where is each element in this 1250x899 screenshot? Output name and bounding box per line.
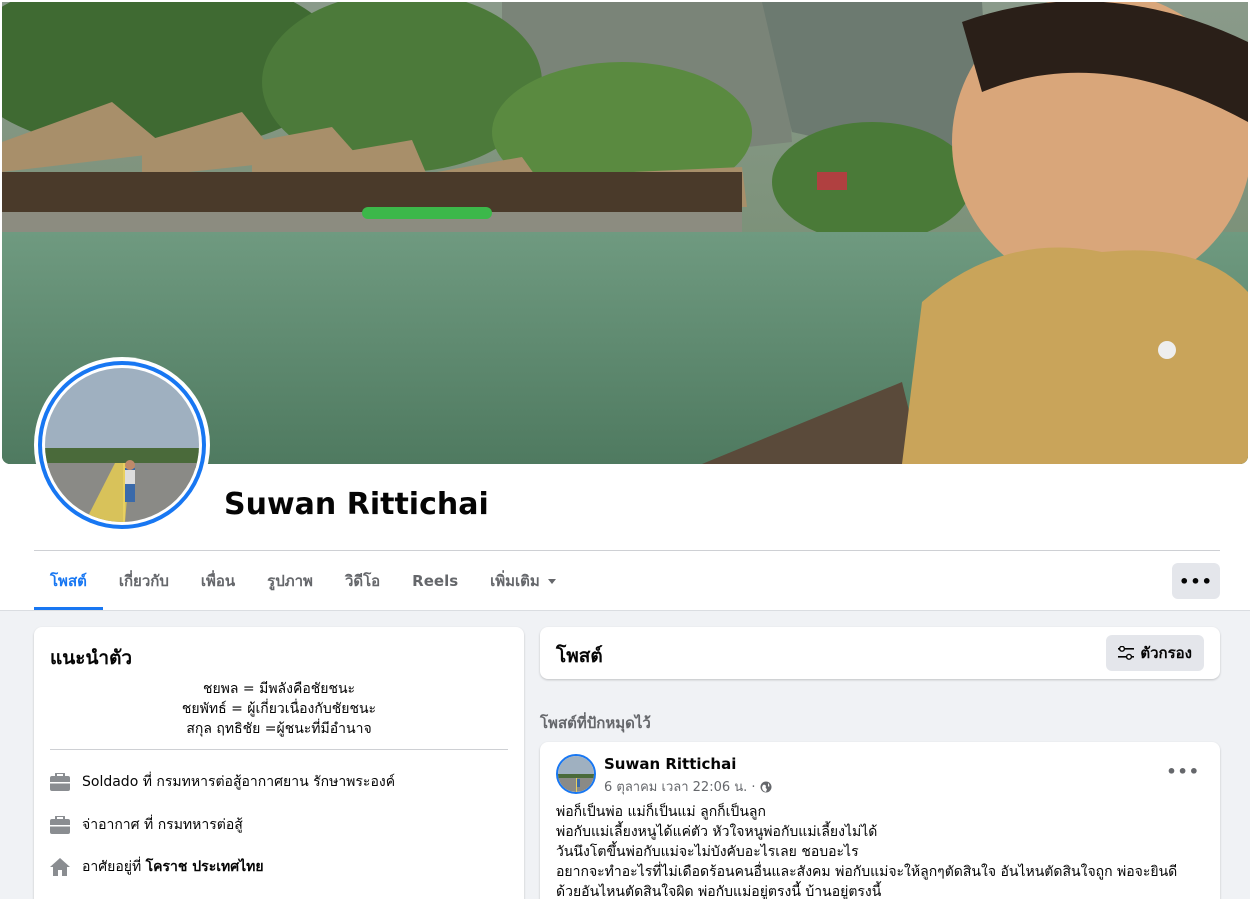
work-item: Soldado ที่ กรมทหารต่อสู้อากาศยาน รักษาพ… [50,770,395,794]
post-line: พ่อกับแม่เลี้ยงหนูได้แค่ตัว หัวใจหนูพ่อก… [556,824,878,840]
posts-title: โพสต์ [556,645,603,667]
posts-header-card: โพสต์ ตัวกรอง [540,627,1220,679]
tab-label: รูปภาพ [267,572,313,590]
post-line: ด้วยอันไหนตัดสินใจผิด พ่อกับแม่อยู่ตรงนี… [556,884,882,899]
divider [34,550,1220,551]
home-item: อาศัยอยู่ที่ โคราช ประเทศไทย [50,855,264,879]
post-text: พ่อก็เป็นพ่อ แม่ก็เป็นแม่ ลูกก็เป็นลูก พ… [556,802,1206,899]
filter-button[interactable]: ตัวกรอง [1106,635,1204,671]
work-prefix: Soldado ที่ [82,774,152,790]
profile-tabs: โพสต์ เกี่ยวกับ เพื่อน รูปภาพ วิดีโอ Ree… [34,552,572,610]
intro-title: แนะนำตัว [50,647,133,669]
post-line: วันนึงโตขึ้นพ่อกับแม่จะไม่บังคับอะไรเลย … [556,844,859,860]
briefcase-icon [50,772,70,792]
work-prefix: จ่าอากาศ ที่ [82,817,154,833]
sliders-icon [1118,646,1135,660]
intro-card: แนะนำตัว ชยพล = มีพลังคือชัยชนะ ชยพัทธ์ … [34,627,524,899]
tab-label: วิดีโอ [344,572,381,590]
tab-photos[interactable]: รูปภาพ [251,552,329,610]
tab-posts[interactable]: โพสต์ [34,552,103,610]
bio: ชยพล = มีพลังคือชัยชนะ ชยพัทธ์ = ผู้เกี่… [50,679,508,739]
avatar-photo [45,368,199,522]
post-timestamp[interactable]: 6 ตุลาคม เวลา 22:06 น. · [604,776,756,797]
tab-label: เกี่ยวกับ [118,572,169,590]
work-place-link[interactable]: กรมทหารต่อสู้อากาศยาน รักษาพระองค์ [156,771,395,793]
tab-reels[interactable]: Reels [396,552,474,610]
bio-line: สกุล ฤทธิชัย =ผู้ชนะที่มีอำนาจ [186,721,372,737]
tab-label: Reels [412,572,459,590]
post-meta: 6 ตุลาคม เวลา 22:06 น. · [604,776,772,797]
post-line: อยากจะทำอะไรที่ไม่เดือดร้อนคนอื่นและสังค… [556,864,1178,880]
profile-avatar[interactable] [34,357,210,533]
tab-friends[interactable]: เพื่อน [185,552,251,610]
post-options-button[interactable]: ••• [1166,762,1200,781]
pinned-posts-label: โพสต์ที่ปักหมุดไว้ [540,714,651,732]
caret-down-icon [547,578,556,584]
tab-label: โพสต์ [50,572,87,590]
post-card: Suwan Rittichai 6 ตุลาคม เวลา 22:06 น. ·… [540,742,1220,899]
post-author-link[interactable]: Suwan Rittichai [604,755,736,773]
bio-line: ชยพัทธ์ = ผู้เกี่ยวเนื่องกับชัยชนะ [181,701,377,717]
home-prefix: อาศัยอยู่ที่ [82,859,142,875]
briefcase-icon [50,815,70,835]
home-icon [50,857,70,877]
post-line: พ่อก็เป็นพ่อ แม่ก็เป็นแม่ ลูกก็เป็นลูก [556,804,766,820]
tab-label: เพิ่มเติม [490,572,540,590]
divider [50,749,508,750]
home-place-link[interactable]: โคราช ประเทศไทย [146,856,264,878]
tab-about[interactable]: เกี่ยวกับ [103,552,185,610]
globe-icon [760,781,772,793]
work-place-link[interactable]: กรมทหารต่อสู้ [158,814,243,836]
more-options-button[interactable]: ••• [1172,563,1220,599]
bio-line: ชยพล = มีพลังคือชัยชนะ [202,681,356,697]
profile-header: Suwan Rittichai โพสต์ เกี่ยวกับ เพื่อน ร… [0,0,1250,611]
filter-label: ตัวกรอง [1140,644,1192,662]
tab-videos[interactable]: วิดีโอ [329,552,396,610]
work-item: จ่าอากาศ ที่ กรมทหารต่อสู้ [50,813,243,837]
post-avatar[interactable] [556,754,596,794]
profile-name: Suwan Rittichai [224,487,489,522]
tab-label: เพื่อน [200,572,236,590]
tab-more[interactable]: เพิ่มเติม [474,552,572,610]
